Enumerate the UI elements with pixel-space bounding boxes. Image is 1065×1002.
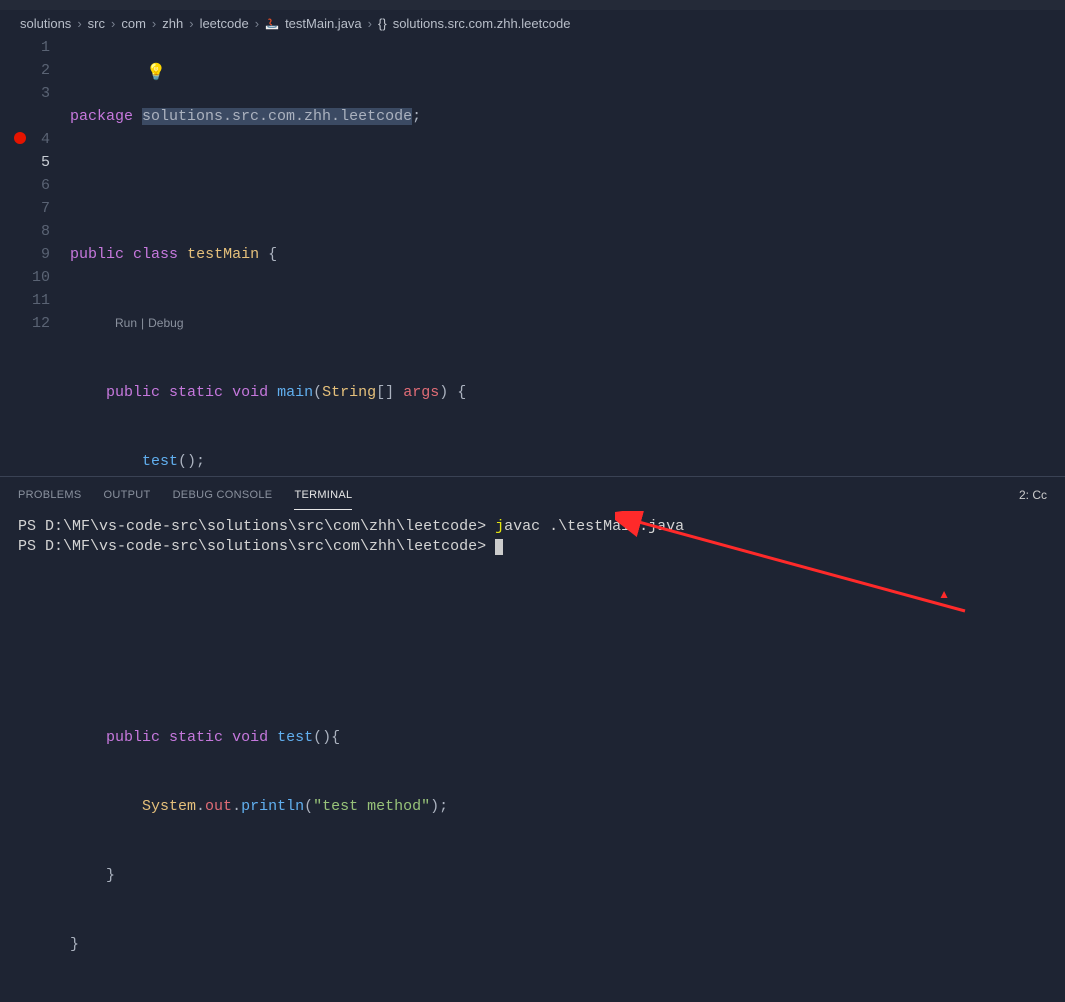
breakpoint-icon[interactable] — [14, 132, 26, 144]
token-punc: (); — [178, 453, 205, 470]
token-field: out — [205, 798, 232, 815]
line-number: 8 — [25, 220, 50, 243]
breadcrumb-part[interactable]: zhh — [162, 16, 183, 31]
chevron-right-icon: › — [111, 16, 115, 31]
line-number: 9 — [25, 243, 50, 266]
chevron-right-icon: › — [368, 16, 372, 31]
token-punc: ( — [304, 798, 313, 815]
token-punc: ); — [430, 798, 448, 815]
line-number: 4 — [25, 128, 50, 151]
token-function: println — [241, 798, 304, 815]
cursor — [495, 539, 503, 555]
line-number: 12 — [25, 312, 50, 335]
breadcrumb[interactable]: solutions › src › com › zhh › leetcode ›… — [0, 10, 1065, 36]
token-punc: [] — [376, 384, 394, 401]
line-number: 1 — [25, 36, 50, 59]
namespace-icon: {} — [378, 16, 387, 31]
token-keyword: package — [70, 108, 133, 125]
token-punc: } — [106, 867, 115, 884]
terminal-cmd: j — [495, 518, 504, 535]
chevron-right-icon: › — [77, 16, 81, 31]
breadcrumb-part[interactable]: solutions — [20, 16, 71, 31]
tab-problems[interactable]: PROBLEMS — [18, 481, 82, 510]
line-number: 11 — [25, 289, 50, 312]
panel-tabs: PROBLEMS OUTPUT DEBUG CONSOLE TERMINAL 2… — [0, 477, 1065, 513]
token-punc: ( — [313, 384, 322, 401]
codelens-run[interactable]: Run — [115, 312, 137, 335]
terminal-prompt: PS D:\MF\vs-code-src\solutions\src\com\z… — [18, 538, 495, 555]
tab-terminal[interactable]: TERMINAL — [294, 481, 352, 510]
token-keyword: public — [106, 729, 160, 746]
token-function: main — [277, 384, 313, 401]
token-keyword: public — [70, 246, 124, 263]
terminal-prompt: PS D:\MF\vs-code-src\solutions\src\com\z… — [18, 518, 495, 535]
line-number: 3 — [25, 82, 50, 105]
token-keyword: void — [232, 384, 268, 401]
java-file-icon — [265, 15, 279, 31]
token-type: String — [322, 384, 376, 401]
codelens: Run|Debug — [70, 312, 565, 335]
tab-debug-console[interactable]: DEBUG CONSOLE — [173, 481, 273, 510]
line-number: 5 — [25, 151, 50, 174]
terminal-selector[interactable]: 2: Cc — [1019, 488, 1047, 502]
line-number: 10 — [25, 266, 50, 289]
token-punc: ; — [412, 108, 421, 125]
token-punc: (){ — [313, 729, 340, 746]
chevron-right-icon: › — [255, 16, 259, 31]
token-package: solutions.src.com.zhh.leetcode — [142, 108, 412, 125]
token-punc: ) { — [439, 384, 466, 401]
line-number: 7 — [25, 197, 50, 220]
token-keyword: void — [232, 729, 268, 746]
chevron-right-icon: › — [152, 16, 156, 31]
breadcrumb-part[interactable]: com — [121, 16, 146, 31]
tab-output[interactable]: OUTPUT — [104, 481, 151, 510]
codelens-debug[interactable]: Debug — [148, 312, 183, 335]
token-type: System — [142, 798, 196, 815]
lightbulb-icon[interactable]: 💡 — [146, 62, 166, 85]
token-class: testMain — [187, 246, 259, 263]
codelens-sep: | — [141, 312, 144, 335]
token-keyword: class — [133, 246, 178, 263]
chevron-right-icon: › — [189, 16, 193, 31]
line-number: 6 — [25, 174, 50, 197]
terminal[interactable]: PS D:\MF\vs-code-src\solutions\src\com\z… — [0, 513, 1065, 561]
line-number: 2 — [25, 59, 50, 82]
breadcrumb-part[interactable]: src — [88, 16, 105, 31]
token-keyword: public — [106, 384, 160, 401]
token-punc: } — [70, 936, 79, 953]
token-punc: . — [232, 798, 241, 815]
token-keyword: static — [169, 384, 223, 401]
codelens-gap — [25, 105, 50, 128]
token-var: args — [403, 384, 439, 401]
terminal-cmd: avac .\testMain.java — [504, 518, 684, 535]
token-keyword: static — [169, 729, 223, 746]
bottom-panel: PROBLEMS OUTPUT DEBUG CONSOLE TERMINAL 2… — [0, 476, 1065, 631]
token-punc: . — [196, 798, 205, 815]
tab-bar — [0, 0, 1065, 10]
token-string: "test method" — [313, 798, 430, 815]
token-punc: { — [268, 246, 277, 263]
breadcrumb-part[interactable]: leetcode — [200, 16, 249, 31]
breadcrumb-part[interactable]: solutions.src.com.zhh.leetcode — [393, 16, 571, 31]
breadcrumb-part[interactable]: testMain.java — [285, 16, 362, 31]
token-function: test — [142, 453, 178, 470]
token-function: test — [277, 729, 313, 746]
